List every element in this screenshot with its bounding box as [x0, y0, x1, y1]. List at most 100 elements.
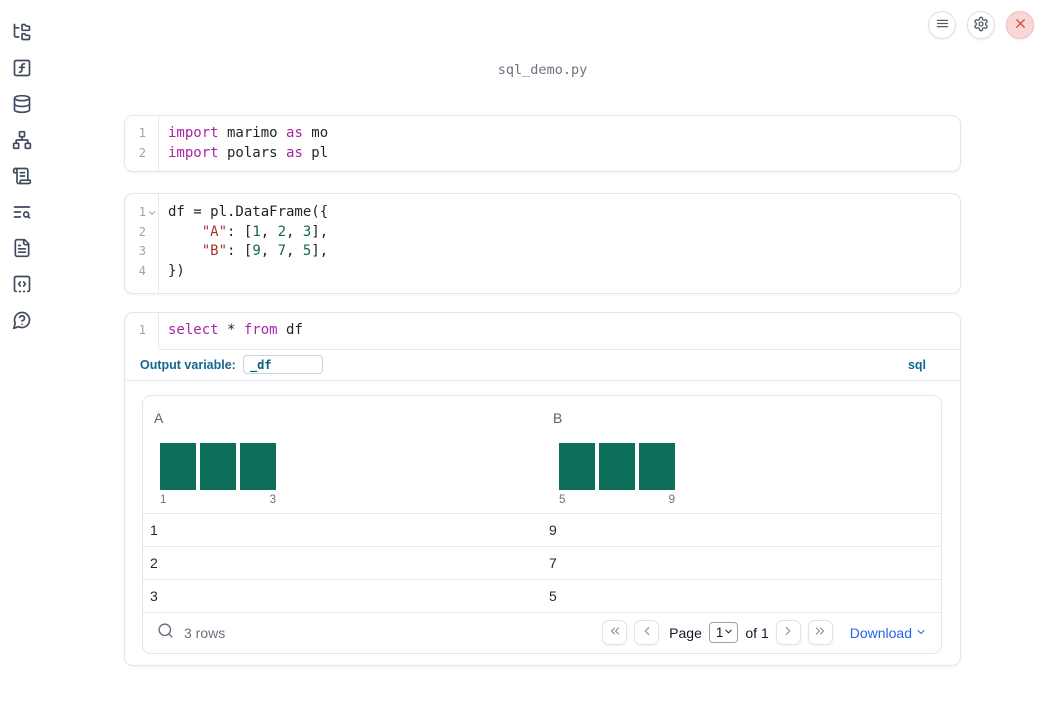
histogram-bar [200, 442, 236, 490]
code-token: , [286, 223, 303, 240]
code-token: 9 [252, 243, 261, 259]
code-token: from [243, 322, 278, 338]
search-icon[interactable] [157, 622, 174, 644]
table-cell: 9 [549, 521, 557, 538]
code-token: 2 [277, 223, 287, 240]
code-token: "B" [201, 243, 228, 259]
column-histogram: 1 3 [160, 442, 276, 506]
histogram-bar [240, 442, 276, 490]
sql-language-badge: sql [907, 357, 926, 372]
table-cell: 7 [549, 554, 557, 571]
database-icon [12, 94, 32, 117]
sidebar-item-file-explorer[interactable] [0, 15, 44, 51]
code-line: 2 "A": [1, 2, 3], [125, 223, 960, 243]
code-line: 4}) [125, 262, 960, 282]
code-cell-imports[interactable]: 1 import marimo as mo 2 import polars as pl [124, 115, 961, 172]
last-page-button[interactable] [807, 620, 833, 645]
column-header-a[interactable]: A 1 3 [143, 410, 542, 513]
function-square-icon [12, 58, 32, 81]
sql-editor-wrap: 1 select * from df [125, 313, 960, 349]
scroll-text-icon [12, 166, 32, 189]
download-label: Download [849, 624, 912, 641]
page-label: Page [669, 624, 702, 641]
gutter-divider [158, 313, 159, 349]
sidebar-item-datasources[interactable] [0, 87, 44, 123]
previous-page-button[interactable] [634, 620, 660, 645]
table-cell: 1 [150, 521, 158, 538]
line-number: 1 [138, 126, 146, 140]
code-token: 1 [252, 223, 261, 240]
table-cell: 2 [150, 554, 158, 571]
histogram-bar [639, 442, 675, 490]
code-editor[interactable]: 1 df = pl.DataFrame({2 "A": [1, 2, 3], 3 "… [125, 203, 960, 281]
code-editor[interactable]: 1 import marimo as mo 2 import polars as pl [125, 124, 960, 163]
histogram-min-label: 5 [559, 493, 566, 506]
code-token: mo [302, 125, 329, 141]
chevron-down-icon [915, 625, 927, 641]
folder-tree-icon [12, 22, 32, 45]
code-token: select [168, 322, 219, 338]
output-variable-input[interactable] [242, 355, 323, 374]
code-token: : [ [227, 243, 253, 259]
code-token: : [ [227, 223, 253, 240]
code-line: 1 import marimo as mo [125, 124, 960, 144]
histogram-bar [559, 442, 595, 490]
code-token: df [277, 322, 303, 338]
sidebar-item-documentation[interactable] [0, 231, 44, 267]
sidebar-item-logs[interactable] [0, 159, 44, 195]
table-cell: 5 [549, 587, 557, 604]
sidebar-item-search[interactable] [0, 195, 44, 231]
code-token: , [286, 243, 303, 259]
code-token: ], [311, 243, 329, 259]
code-token: ], [311, 223, 329, 240]
code-token: , [260, 243, 278, 259]
sidebar-item-dependencies[interactable] [0, 123, 44, 159]
code-cell-dataframe[interactable]: 1 df = pl.DataFrame({2 "A": [1, 2, 3], 3 "… [124, 193, 961, 294]
table-row: 35 [143, 578, 941, 612]
settings-button[interactable] [967, 11, 995, 39]
download-button[interactable]: Download [850, 625, 927, 641]
page-select[interactable]: 1 [708, 622, 739, 643]
table-footer: 3 rows Page 1 of 1 Download [143, 611, 941, 653]
table-header: A 1 3 B 5 9 [143, 396, 941, 513]
code-line: 1 select * from df [125, 321, 960, 341]
chevron-left-icon [640, 624, 654, 641]
histogram-min-label: 1 [160, 493, 167, 506]
gutter-divider [158, 116, 159, 171]
gutter-divider [158, 194, 159, 293]
table-body: 1 9 2 7 35 [143, 512, 941, 612]
code-token: df = pl.DataFrame({ [168, 204, 329, 220]
code-token: , [260, 223, 278, 240]
code-token: as [286, 144, 303, 161]
next-page-button[interactable] [775, 620, 801, 645]
column-label: A [154, 409, 164, 426]
column-header-b[interactable]: B 5 9 [542, 410, 941, 513]
shutdown-button[interactable] [1006, 11, 1034, 39]
code-line: 1 df = pl.DataFrame({ [125, 203, 960, 223]
gear-icon [973, 16, 989, 35]
notebook-filename: sql_demo.py [497, 62, 588, 78]
sql-editor[interactable]: 1 select * from df [125, 321, 960, 341]
code-token: import [168, 144, 219, 161]
column-label: B [553, 409, 563, 426]
code-line: 2 import polars as pl [125, 144, 960, 164]
sidebar-item-functions[interactable] [0, 51, 44, 87]
histogram-bar [160, 442, 196, 490]
sidebar-item-help[interactable] [0, 303, 44, 339]
sql-toolbar: Output variable: sql [125, 350, 960, 381]
histogram-max-label: 9 [668, 493, 675, 506]
line-number: 3 [138, 244, 146, 258]
chevrons-left-icon [608, 624, 622, 641]
first-page-button[interactable] [602, 620, 628, 645]
network-icon [12, 130, 32, 153]
sidebar-item-snippets[interactable] [0, 267, 44, 303]
code-token: 7 [277, 243, 287, 259]
fold-chevron-icon[interactable] [146, 203, 158, 223]
code-line: 3 "B": [9, 7, 5], [125, 242, 960, 262]
